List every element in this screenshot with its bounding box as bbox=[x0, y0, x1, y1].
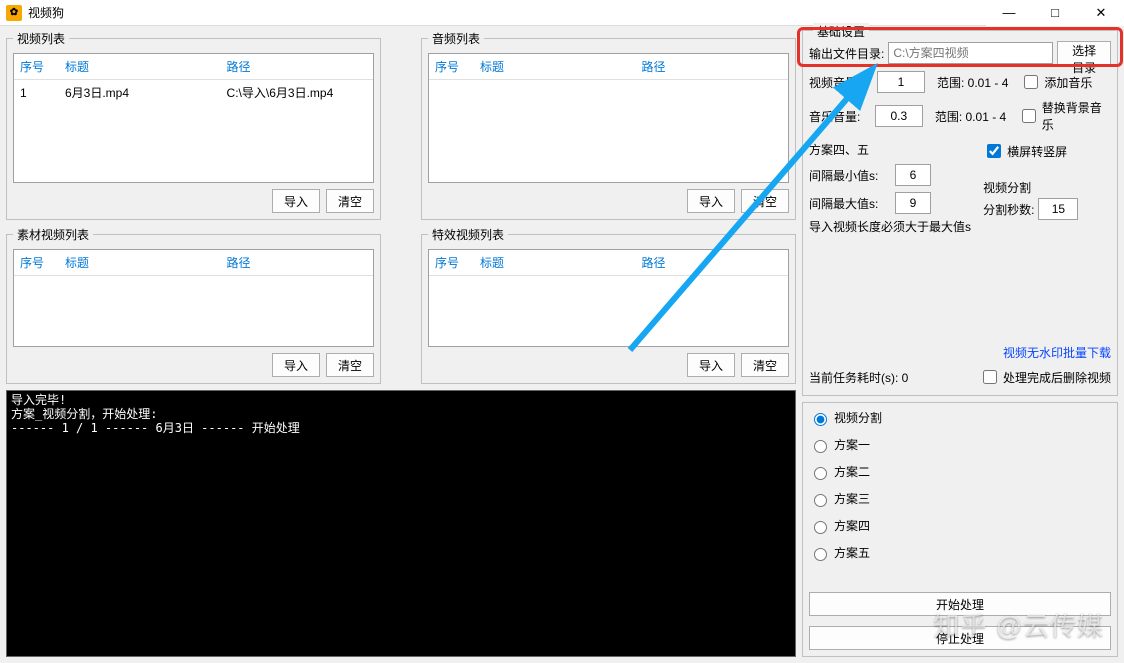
material-list-table: 序号 标题 路径 bbox=[14, 250, 373, 276]
plan2-option[interactable]: 方案二 bbox=[809, 463, 1111, 480]
cell-title: 6月3日.mp4 bbox=[59, 80, 221, 106]
plan-split-radio[interactable] bbox=[814, 413, 827, 426]
choose-dir-button[interactable]: 选择目录 bbox=[1057, 41, 1111, 65]
plan3-option[interactable]: 方案三 bbox=[809, 490, 1111, 507]
col-seq[interactable]: 序号 bbox=[429, 250, 474, 276]
music-vol-input[interactable] bbox=[875, 105, 923, 127]
col-seq[interactable]: 序号 bbox=[14, 54, 59, 80]
delete-after-label: 处理完成后删除视频 bbox=[1003, 369, 1111, 386]
no-watermark-link[interactable]: 视频无水印批量下载 bbox=[809, 344, 1111, 361]
titlebar: ✿ 视频狗 — □ ✕ bbox=[0, 0, 1124, 26]
plan4-option[interactable]: 方案四 bbox=[809, 517, 1111, 534]
add-music-checkbox[interactable] bbox=[1024, 75, 1038, 89]
col-path[interactable]: 路径 bbox=[636, 54, 788, 80]
video-vol-input[interactable] bbox=[877, 71, 925, 93]
plan-split-label: 视频分割 bbox=[834, 409, 882, 426]
audio-clear-button[interactable]: 清空 bbox=[741, 189, 789, 213]
audio-list-table-wrap[interactable]: 序号 标题 路径 bbox=[428, 53, 789, 183]
plan1-label: 方案一 bbox=[834, 436, 870, 453]
plan5-label: 方案五 bbox=[834, 544, 870, 561]
add-music-label: 添加音乐 bbox=[1044, 74, 1092, 91]
col-seq[interactable]: 序号 bbox=[14, 250, 59, 276]
col-path[interactable]: 路径 bbox=[636, 250, 788, 276]
task-time-label: 当前任务耗时(s): bbox=[809, 371, 898, 385]
replace-bgm-label: 替换背景音乐 bbox=[1042, 99, 1111, 133]
plan-radio-group: 视频分割 方案一 方案二 方案三 方案四 方案五 开始处理 停止处理 bbox=[802, 402, 1118, 657]
audio-import-button[interactable]: 导入 bbox=[687, 189, 735, 213]
audio-list-group: 音频列表 序号 标题 路径 导入 bbox=[421, 30, 796, 220]
effect-list-group: 特效视频列表 序号 标题 路径 导入 bbox=[421, 226, 796, 384]
video-list-table-wrap[interactable]: 序号 标题 路径 1 6月3日.mp4 C:\导入\6月3日.mp4 bbox=[13, 53, 374, 183]
plan4-radio[interactable] bbox=[814, 521, 827, 534]
material-clear-button[interactable]: 清空 bbox=[326, 353, 374, 377]
cell-seq: 1 bbox=[14, 80, 59, 106]
audio-list-table: 序号 标题 路径 bbox=[429, 54, 788, 80]
start-process-button[interactable]: 开始处理 bbox=[809, 592, 1111, 616]
interval-max-label: 间隔最大值s: bbox=[809, 195, 891, 212]
plan2-label: 方案二 bbox=[834, 463, 870, 480]
col-title[interactable]: 标题 bbox=[474, 54, 636, 80]
maximize-button[interactable]: □ bbox=[1032, 0, 1078, 26]
col-title[interactable]: 标题 bbox=[474, 250, 636, 276]
minimize-button[interactable]: — bbox=[986, 0, 1032, 26]
video-clear-button[interactable]: 清空 bbox=[326, 189, 374, 213]
plan3-label: 方案三 bbox=[834, 490, 870, 507]
interval-min-input[interactable] bbox=[895, 164, 931, 186]
col-seq[interactable]: 序号 bbox=[429, 54, 474, 80]
cell-path: C:\导入\6月3日.mp4 bbox=[221, 80, 373, 106]
settings-legend: 基础设置 bbox=[813, 23, 869, 40]
settings-group: 基础设置 输出文件目录: 选择目录 视频音量: 范围: 0.01 - 4 添加音… bbox=[802, 30, 1118, 396]
music-vol-label: 音乐音量: bbox=[809, 108, 871, 125]
effect-list-legend: 特效视频列表 bbox=[428, 226, 508, 243]
log-console[interactable]: 导入完毕! 方案_视频分割，开始处理: ------ 1 / 1 ------ … bbox=[6, 390, 796, 657]
task-time-value: 0 bbox=[902, 371, 909, 385]
interval-max-input[interactable] bbox=[895, 192, 931, 214]
plan3-radio[interactable] bbox=[814, 494, 827, 507]
output-dir-input[interactable] bbox=[888, 42, 1053, 64]
video-list-table: 序号 标题 路径 1 6月3日.mp4 C:\导入\6月3日.mp4 bbox=[14, 54, 373, 105]
plan5-radio[interactable] bbox=[814, 548, 827, 561]
table-row[interactable]: 1 6月3日.mp4 C:\导入\6月3日.mp4 bbox=[14, 80, 373, 106]
split-seconds-label: 分割秒数: bbox=[983, 201, 1034, 218]
video-vol-label: 视频音量: bbox=[809, 74, 873, 91]
effect-clear-button[interactable]: 清空 bbox=[741, 353, 789, 377]
effect-list-table-wrap[interactable]: 序号 标题 路径 bbox=[428, 249, 789, 347]
material-list-table-wrap[interactable]: 序号 标题 路径 bbox=[13, 249, 374, 347]
delete-after-checkbox[interactable] bbox=[983, 370, 997, 384]
close-button[interactable]: ✕ bbox=[1078, 0, 1124, 26]
stop-process-button[interactable]: 停止处理 bbox=[809, 626, 1111, 650]
landscape-to-portrait-label: 横屏转竖屏 bbox=[1007, 143, 1067, 160]
video-list-group: 视频列表 序号 标题 路径 1 bbox=[6, 30, 381, 220]
app-title: 视频狗 bbox=[28, 4, 64, 21]
material-list-legend: 素材视频列表 bbox=[13, 226, 93, 243]
import-length-note: 导入视频长度必须大于最大值s bbox=[809, 220, 975, 234]
plan4-label: 方案四 bbox=[834, 517, 870, 534]
split-seconds-input[interactable] bbox=[1038, 198, 1078, 220]
plan2-radio[interactable] bbox=[814, 467, 827, 480]
video-vol-range: 范围: 0.01 - 4 bbox=[937, 74, 1008, 91]
output-dir-label: 输出文件目录: bbox=[809, 45, 884, 62]
landscape-to-portrait-checkbox[interactable] bbox=[987, 144, 1001, 158]
interval-min-label: 间隔最小值s: bbox=[809, 167, 891, 184]
app-icon: ✿ bbox=[6, 5, 22, 21]
video-import-button[interactable]: 导入 bbox=[272, 189, 320, 213]
col-path[interactable]: 路径 bbox=[221, 54, 373, 80]
replace-bgm-checkbox[interactable] bbox=[1022, 109, 1035, 123]
col-title[interactable]: 标题 bbox=[59, 250, 221, 276]
plan5-option[interactable]: 方案五 bbox=[809, 544, 1111, 561]
material-list-group: 素材视频列表 序号 标题 路径 导入 bbox=[6, 226, 381, 384]
video-list-legend: 视频列表 bbox=[13, 30, 69, 47]
plan1-option[interactable]: 方案一 bbox=[809, 436, 1111, 453]
video-split-title: 视频分割 bbox=[983, 179, 1031, 196]
plan-split-option[interactable]: 视频分割 bbox=[809, 409, 1111, 426]
material-import-button[interactable]: 导入 bbox=[272, 353, 320, 377]
audio-list-legend: 音频列表 bbox=[428, 30, 484, 47]
effect-list-table: 序号 标题 路径 bbox=[429, 250, 788, 276]
effect-import-button[interactable]: 导入 bbox=[687, 353, 735, 377]
plan45-label: 方案四、五 bbox=[809, 141, 869, 158]
col-path[interactable]: 路径 bbox=[221, 250, 373, 276]
col-title[interactable]: 标题 bbox=[59, 54, 221, 80]
plan1-radio[interactable] bbox=[814, 440, 827, 453]
music-vol-range: 范围: 0.01 - 4 bbox=[935, 108, 1006, 125]
